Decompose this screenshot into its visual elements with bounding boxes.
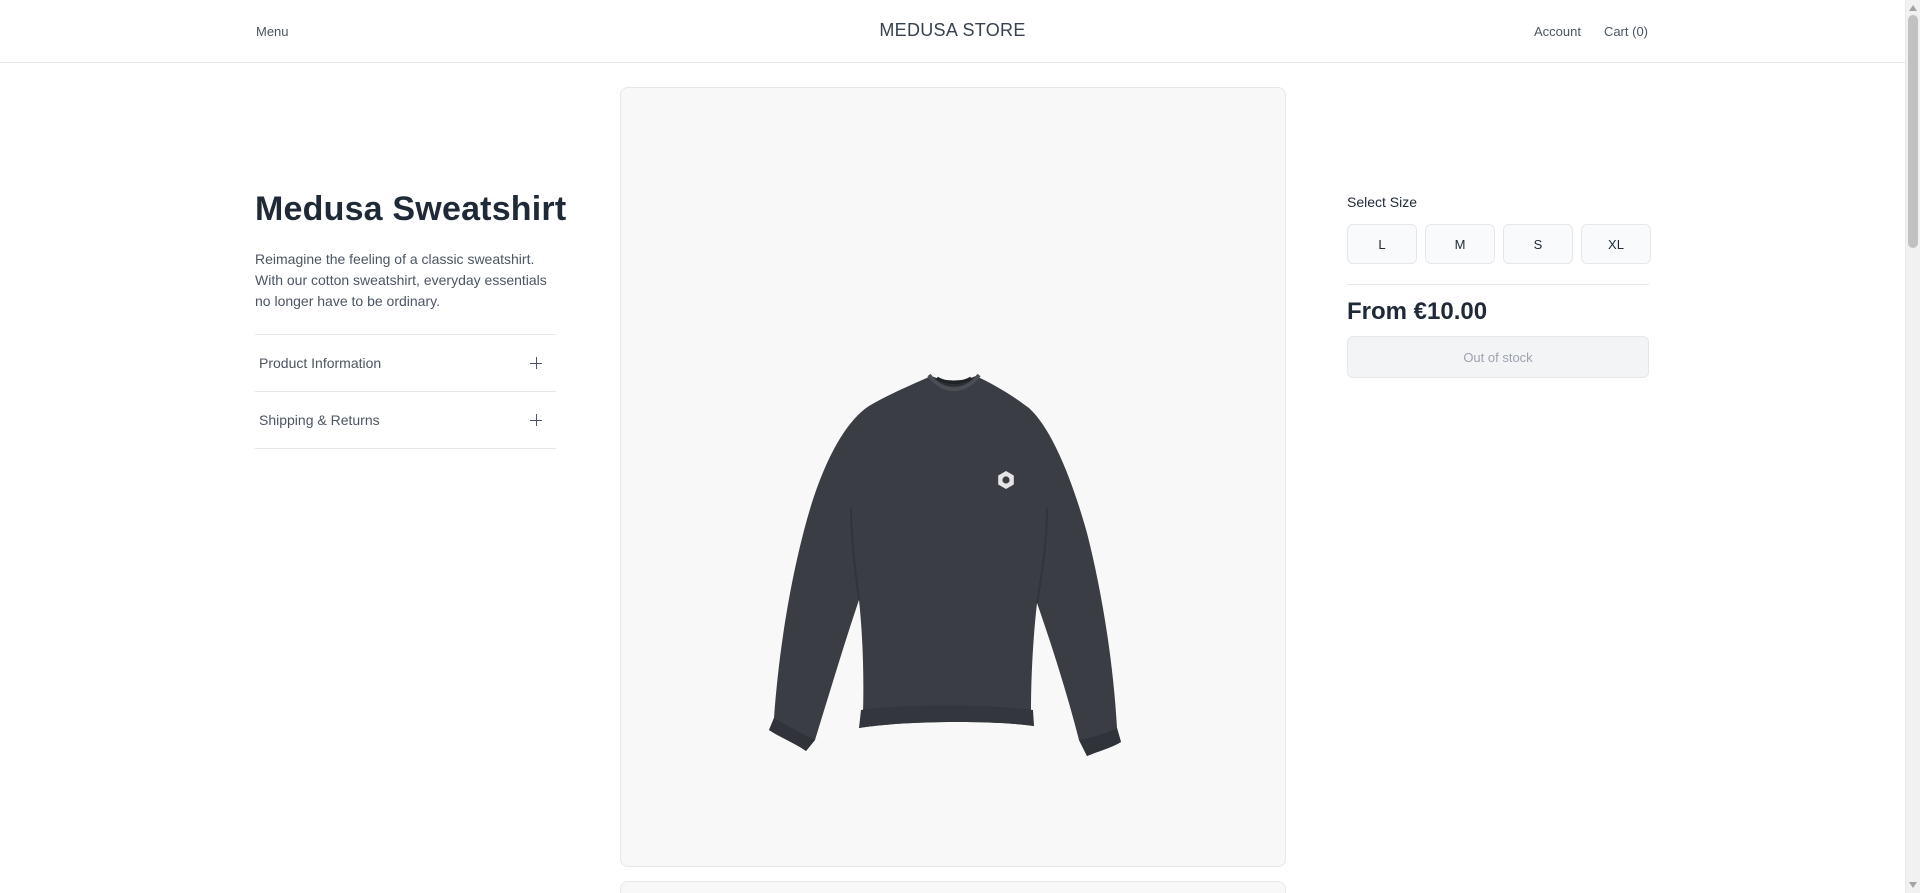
product-accordion: Product Information Shipping & Returns [255,334,556,449]
divider [1347,284,1649,285]
scrollbar-thumb[interactable] [1908,15,1918,248]
out-of-stock-button[interactable]: Out of stock [1347,336,1649,378]
accordion-shipping-returns[interactable]: Shipping & Returns [255,392,556,449]
plus-icon [530,357,542,369]
header-actions: Account Cart (0) [1534,24,1648,39]
site-header: Menu MEDUSA STORE Account Cart (0) [0,0,1905,63]
vertical-scrollbar[interactable] [1905,0,1920,893]
product-title: Medusa Sweatshirt [255,190,567,228]
page: Menu MEDUSA STORE Account Cart (0) Medus… [0,0,1920,893]
select-size-label: Select Size [1347,194,1418,210]
sweatshirt-body [769,376,1121,756]
plus-icon [530,414,542,426]
size-option-s[interactable]: S [1503,224,1573,264]
scroll-down-arrow-icon[interactable] [1909,882,1917,888]
product-image-card [620,87,1286,867]
product-description: Reimagine the feeling of a classic sweat… [255,251,547,309]
accordion-label: Product Information [259,355,382,371]
size-option-l[interactable]: L [1347,224,1417,264]
product-price: From €10.00 [1347,298,1488,325]
size-options: L M S XL [1347,224,1651,264]
scroll-up-arrow-icon[interactable] [1909,5,1917,11]
product-image [769,373,1121,756]
product-image-card-secondary [620,881,1286,893]
size-option-m[interactable]: M [1425,224,1495,264]
hem-band [859,705,1034,728]
size-option-xl[interactable]: XL [1581,224,1651,264]
accordion-label: Shipping & Returns [259,412,380,428]
cart-link[interactable]: Cart (0) [1604,24,1648,39]
account-link[interactable]: Account [1534,24,1581,39]
store-logo[interactable]: MEDUSA STORE [879,20,1025,40]
inner-neck [936,376,972,384]
accordion-product-information[interactable]: Product Information [255,335,556,392]
